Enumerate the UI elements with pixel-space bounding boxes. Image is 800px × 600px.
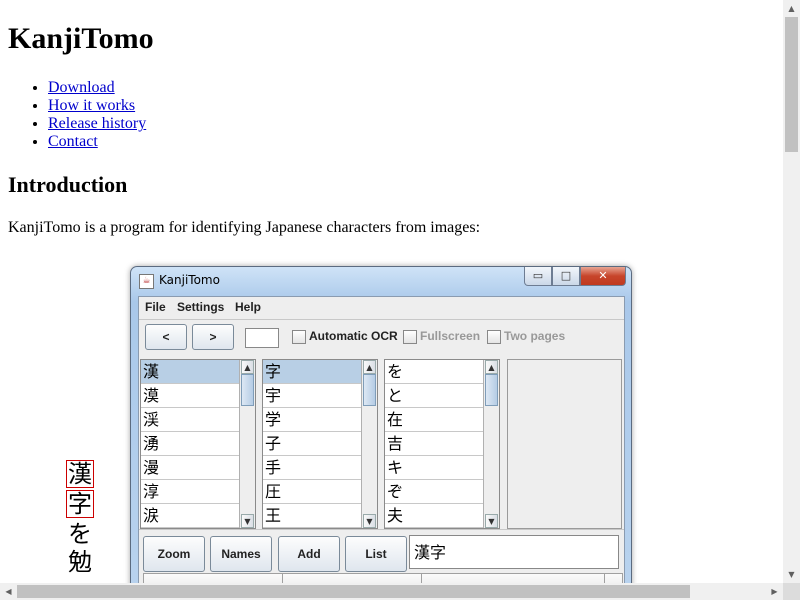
nav-link-release-history[interactable]: Release history	[48, 115, 146, 132]
list-item: 夫	[385, 504, 499, 528]
page-vertical-scrollbar[interactable]: ▲ ▼	[783, 0, 800, 583]
scroll-thumb	[241, 374, 254, 406]
list-button: List	[345, 536, 407, 572]
result-field: 漢字	[409, 535, 619, 569]
two-pages-label: Two pages	[504, 329, 566, 343]
ocr-box-char: 漢	[66, 460, 94, 488]
list-item: 漫	[141, 456, 255, 480]
nav-link-download[interactable]: Download	[48, 79, 115, 96]
menu-help: Help	[235, 300, 262, 314]
scroll-up-icon: ▲	[485, 360, 498, 374]
add-button: Add	[278, 536, 340, 572]
page-horizontal-scrollbar[interactable]: ◀ ▶	[0, 583, 783, 600]
toolbar: < > Automatic OCR Fullscreen Two pages	[139, 320, 624, 354]
sample-vertical-text: 漢 字 を 勉	[66, 460, 94, 576]
maximize-icon: □	[552, 267, 580, 286]
minimize-icon: ▭	[524, 267, 552, 286]
web-page: KanjiTomo Download How it works Release …	[0, 0, 783, 583]
sample-char: を	[68, 520, 92, 548]
list-item: 王	[263, 504, 377, 528]
scroll-up-icon: ▲	[241, 360, 254, 374]
list-item: 子	[263, 432, 377, 456]
automatic-ocr-label: Automatic OCR	[309, 329, 398, 343]
list-item: 圧	[263, 480, 377, 504]
scroll-left-icon[interactable]: ◀	[0, 583, 17, 600]
list-item: 涙	[141, 504, 255, 528]
sample-char: 勉	[68, 548, 92, 576]
two-pages-checkbox	[487, 330, 501, 344]
page-title: KanjiTomo	[8, 22, 154, 55]
list-item: 淳	[141, 480, 255, 504]
table-header-cell	[422, 574, 605, 583]
scrollbar-corner	[783, 583, 800, 600]
candidate-list-2: 字 宇 学 子 手 圧 王 ▲ ▼	[262, 359, 378, 529]
window-titlebar: ☕ KanjiTomo ▭ □ ✕	[131, 267, 631, 295]
table-header	[143, 573, 623, 583]
next-button: >	[192, 324, 234, 350]
names-button: Names	[210, 536, 272, 572]
action-bar: Zoom Names Add List 漢字	[139, 529, 624, 572]
scroll-thumb	[485, 374, 498, 406]
ocr-box-char: 字	[66, 490, 94, 518]
nav-link-how-it-works[interactable]: How it works	[48, 97, 135, 114]
candidate-list-3: を と 在 吉 キ ぞ 夫 ▲ ▼	[384, 359, 500, 529]
list-item: 字	[263, 360, 377, 384]
list-item: を	[385, 360, 499, 384]
scroll-down-icon: ▼	[241, 514, 254, 528]
window-controls: ▭ □ ✕	[524, 267, 626, 286]
zoom-button: Zoom	[143, 536, 205, 572]
menu-bar: File Settings Help	[139, 297, 624, 320]
menu-file: File	[145, 300, 166, 314]
nav-list: Download How it works Release history Co…	[8, 79, 146, 151]
list-item: 手	[263, 456, 377, 480]
table-header-cell	[144, 574, 283, 583]
list-item: 学	[263, 408, 377, 432]
list-item: ぞ	[385, 480, 499, 504]
list-item: 漢	[141, 360, 255, 384]
window-client-area: File Settings Help < > Automatic OCR Ful…	[138, 296, 625, 583]
candidate-list-1: 漢 漠 渓 湧 漫 淳 涙 ▲ ▼	[140, 359, 256, 529]
page-number-field	[245, 328, 279, 348]
list-item: 渓	[141, 408, 255, 432]
list-item: 湧	[141, 432, 255, 456]
nav-link-contact[interactable]: Contact	[48, 133, 98, 150]
list-item: 漠	[141, 384, 255, 408]
list-item: キ	[385, 456, 499, 480]
close-icon: ✕	[580, 267, 626, 286]
intro-paragraph: KanjiTomo is a program for identifying J…	[8, 219, 481, 236]
scroll-down-icon: ▼	[485, 514, 498, 528]
scroll-up-icon[interactable]: ▲	[783, 0, 800, 17]
table-header-cell	[283, 574, 422, 583]
preview-panel	[507, 359, 622, 529]
scroll-down-icon[interactable]: ▼	[783, 566, 800, 583]
fullscreen-label: Fullscreen	[420, 329, 481, 343]
list-item: 在	[385, 408, 499, 432]
list-item: 宇	[263, 384, 377, 408]
automatic-ocr-checkbox	[292, 330, 306, 344]
vertical-scroll-thumb[interactable]	[785, 17, 798, 152]
list-scrollbar: ▲ ▼	[239, 360, 255, 528]
horizontal-scroll-thumb[interactable]	[17, 585, 690, 598]
list-item: と	[385, 384, 499, 408]
fullscreen-checkbox	[403, 330, 417, 344]
kanjitomo-window-screenshot: ☕ KanjiTomo ▭ □ ✕ File Settings Help < >…	[130, 266, 632, 583]
menu-settings: Settings	[177, 300, 225, 314]
prev-button: <	[145, 324, 187, 350]
window-title: KanjiTomo	[159, 273, 220, 287]
list-scrollbar: ▲ ▼	[483, 360, 499, 528]
scroll-up-icon: ▲	[363, 360, 376, 374]
scroll-down-icon: ▼	[363, 514, 376, 528]
scroll-right-icon[interactable]: ▶	[766, 583, 783, 600]
section-heading: Introduction	[8, 172, 128, 197]
java-app-icon: ☕	[139, 274, 154, 289]
scroll-thumb	[363, 374, 376, 406]
list-scrollbar: ▲ ▼	[361, 360, 377, 528]
list-item: 吉	[385, 432, 499, 456]
